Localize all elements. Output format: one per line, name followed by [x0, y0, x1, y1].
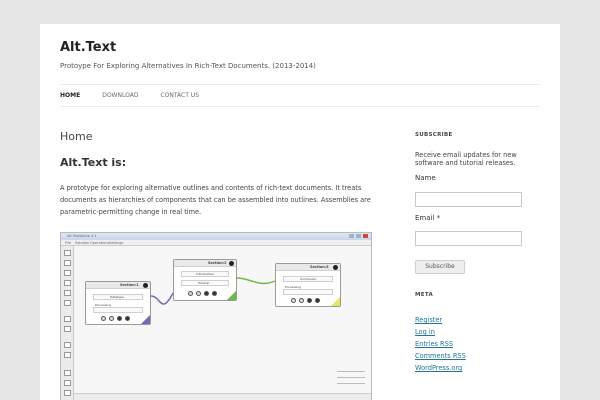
entry-title: Home — [60, 130, 93, 143]
node-close-icon — [143, 283, 148, 288]
zoom-controls — [337, 367, 365, 389]
node-edit-icon — [125, 316, 130, 321]
main-content: Home Alt.Text is: A prototype for explor… — [60, 130, 372, 218]
node-row-label: Tutorial — [198, 281, 210, 285]
subscribe-description: Receive email updates for new software a… — [415, 151, 517, 167]
meta-link-log-in[interactable]: Log in — [415, 326, 466, 338]
name-field[interactable] — [415, 191, 522, 207]
meta-widget-title: META — [415, 292, 434, 298]
subscribe-button[interactable]: Subscribe — [415, 260, 465, 274]
node-edit-icon — [117, 316, 122, 321]
main-navigation: HOME DOWNLOAD CONTACT US — [60, 92, 199, 99]
meta-links: Register Log in Entries RSS Comments RSS… — [415, 314, 466, 374]
page-container: Alt.Text Protoype For Exploring Alternat… — [40, 24, 560, 400]
node-row-label: Conclusion — [300, 277, 317, 281]
email-label: Email * — [415, 213, 441, 222]
node-row-label: Datatype — [110, 295, 124, 299]
nav-item-contact-us[interactable]: CONTACT US — [160, 92, 199, 99]
meta-link-comments-rss[interactable]: Comments RSS — [415, 350, 466, 362]
node-edit-icon — [307, 298, 312, 303]
node-action-icon — [101, 316, 106, 321]
entry-body: A prototype for exploring alternative ou… — [60, 184, 371, 216]
node-corner-yellow — [331, 297, 340, 306]
screenshot-statusbar — [74, 393, 371, 400]
screenshot-node-1: Section:1 Datatype Processing — [85, 281, 151, 325]
node-edit-icon — [204, 291, 209, 296]
name-label: Name — [415, 174, 436, 182]
screenshot-node-2: Section:2 Introduction Tutorial — [173, 259, 237, 301]
email-field[interactable] — [415, 231, 522, 246]
subscribe-widget-title: SUBSCRIBE — [415, 132, 453, 138]
node-action-icon — [291, 298, 296, 303]
meta-link-wordpress[interactable]: WordPress.org — [415, 362, 466, 374]
node-edit-icon — [315, 298, 320, 303]
meta-link-entries-rss[interactable]: Entries RSS — [415, 338, 466, 350]
node-title: Section:3 — [310, 265, 329, 269]
node-row-label: Introduction — [196, 272, 215, 276]
entry-subtitle: Alt.Text is: — [60, 156, 127, 169]
nav-item-download[interactable]: DOWNLOAD — [102, 92, 138, 99]
site-description: Protoype For Exploring Alternatives In R… — [60, 62, 316, 70]
meta-link-register[interactable]: Register — [415, 314, 466, 326]
node-action-icon — [196, 291, 201, 296]
node-title: Section:2 — [208, 261, 227, 265]
screenshot-node-3: Section:3 Conclusion Processing — [275, 263, 341, 307]
node-action-icon — [109, 316, 114, 321]
node-corner-green — [227, 291, 236, 300]
app-screenshot: Alt.TextAlpha 4.1 File Solution Operatio… — [60, 232, 372, 400]
node-corner-purple — [141, 315, 150, 324]
node-close-icon — [333, 265, 338, 270]
node-edit-icon — [212, 291, 217, 296]
nav-divider — [60, 106, 540, 107]
header-divider — [60, 84, 540, 85]
site-title[interactable]: Alt.Text — [60, 40, 116, 55]
nav-item-home[interactable]: HOME — [60, 92, 80, 99]
node-close-icon — [229, 261, 234, 266]
node-title: Section:1 — [120, 283, 139, 287]
sidebar: SUBSCRIBE Receive email updates for new … — [415, 132, 523, 372]
node-action-icon — [188, 291, 193, 296]
node-action-icon — [299, 298, 304, 303]
